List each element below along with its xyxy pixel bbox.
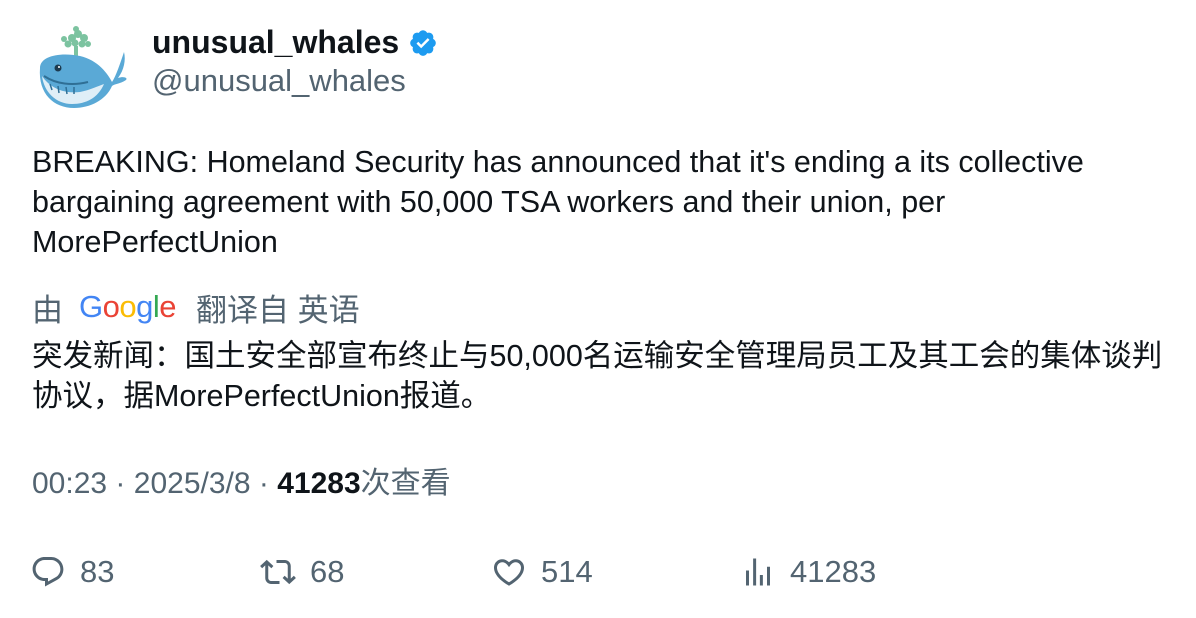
- meta-separator: ·: [258, 467, 269, 500]
- action-bar: 83 68 514 41283: [0, 550, 1196, 594]
- translated-text: 突发新闻：国土安全部宣布终止与50,000名运输安全管理局员工及其工会的集体谈判…: [32, 339, 1163, 413]
- like-button[interactable]: 514: [491, 550, 593, 594]
- retweet-count: 68: [310, 554, 345, 589]
- views-count: 41283: [277, 467, 361, 500]
- whale-icon: [39, 26, 127, 108]
- reply-button[interactable]: 83: [30, 550, 114, 594]
- translated-by-label[interactable]: 由 Google 翻译自 英语: [32, 287, 360, 328]
- tweet-text: BREAKING: Homeland Security has announce…: [32, 145, 1084, 259]
- reply-count: 83: [80, 554, 115, 589]
- views-count-action: 41283: [790, 554, 877, 589]
- tweet-meta: 00:23 · 2025/3/8 · 41283次查看: [32, 464, 451, 504]
- tweet-date[interactable]: 2025/3/8: [134, 467, 251, 500]
- heart-icon: [493, 559, 525, 586]
- retweet-icon: [260, 559, 296, 585]
- reply-icon: [32, 557, 64, 587]
- translated-from-label: 翻译自 英语: [196, 292, 360, 328]
- retweet-button[interactable]: 68: [260, 550, 344, 594]
- views-label: 次查看: [360, 467, 451, 500]
- google-logo: Google: [79, 289, 177, 324]
- translated-by-prefix: 由: [32, 292, 63, 328]
- views-chart-icon: [746, 558, 770, 586]
- author-display-name[interactable]: unusual_whales: [152, 22, 399, 62]
- author-handle[interactable]: @unusual_whales: [152, 62, 406, 100]
- views-button[interactable]: 41283: [740, 550, 876, 594]
- tweet-time[interactable]: 00:23: [32, 467, 107, 500]
- avatar[interactable]: [32, 24, 128, 114]
- meta-separator: ·: [115, 467, 126, 500]
- verified-badge-icon: [410, 30, 436, 56]
- like-count: 514: [541, 554, 593, 589]
